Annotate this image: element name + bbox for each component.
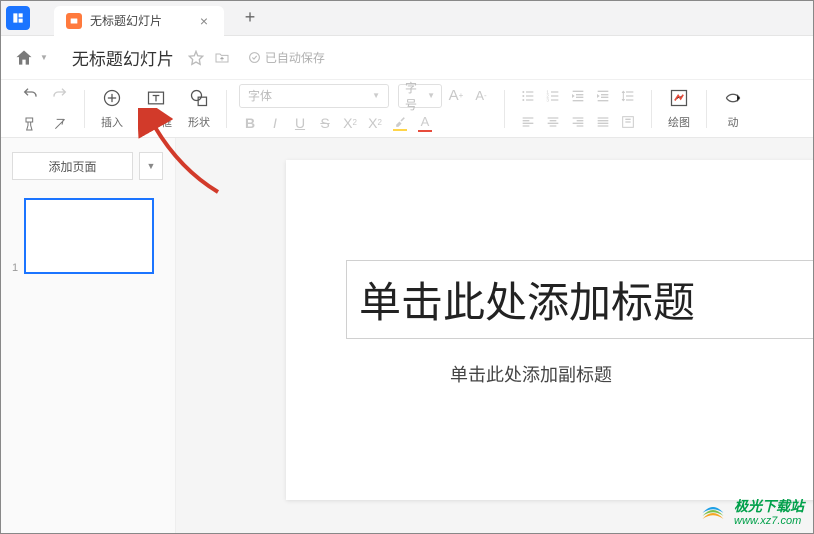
font-color-icon[interactable]: A [414, 112, 436, 134]
slide-thumbnail-item[interactable]: 1 [12, 198, 163, 274]
slide[interactable]: 单击此处添加标题 单击此处添加副标题 [286, 160, 814, 500]
drawing-button[interactable]: 绘图 [660, 88, 698, 130]
undo-icon[interactable] [20, 84, 40, 104]
chevron-down-icon: ▼ [372, 91, 380, 100]
superscript-icon[interactable]: X2 [339, 112, 361, 134]
chevron-down-icon: ▼ [427, 91, 435, 100]
textbox-button[interactable]: 文本框 [131, 88, 180, 130]
tab-bar: 无标题幻灯片 × + [0, 0, 814, 36]
italic-icon[interactable]: I [264, 112, 286, 134]
document-tab[interactable]: 无标题幻灯片 × [54, 6, 224, 36]
motion-button[interactable]: 动 [715, 88, 743, 130]
tab-title: 无标题幻灯片 [90, 12, 196, 29]
insert-button[interactable]: 插入 [93, 88, 131, 130]
app-logo[interactable] [0, 0, 36, 36]
watermark: 极光下载站 www.xz7.com [698, 498, 804, 528]
font-size-select[interactable]: 字号 ▼ [398, 84, 442, 108]
highlight-color-icon[interactable] [389, 112, 411, 134]
decrease-font-icon[interactable]: A- [470, 85, 492, 107]
slide-number: 1 [12, 262, 18, 274]
align-justify-icon[interactable] [592, 111, 614, 133]
toolbar: 插入 文本框 形状 字体 ▼ 字号 ▼ A+ A- B I U S X2 [0, 80, 814, 138]
bold-icon[interactable]: B [239, 112, 261, 134]
underline-icon[interactable]: U [289, 112, 311, 134]
svg-text:3: 3 [546, 97, 549, 102]
align-center-icon[interactable] [542, 111, 564, 133]
decrease-indent-icon[interactable] [567, 85, 589, 107]
number-list-icon[interactable]: 123 [542, 85, 564, 107]
close-icon[interactable]: × [196, 13, 212, 29]
slide-subtitle-placeholder[interactable]: 单击此处添加副标题 [346, 361, 796, 387]
line-spacing-icon[interactable] [617, 85, 639, 107]
redo-icon[interactable] [50, 84, 70, 104]
vertical-align-icon[interactable] [617, 111, 639, 133]
workspace: 添加页面 ▼ 1 单击此处添加标题 单击此处添加副标题 [0, 138, 814, 534]
slide-title-placeholder[interactable]: 单击此处添加标题 [346, 260, 814, 339]
chevron-down-icon[interactable]: ▼ [40, 53, 48, 62]
increase-font-icon[interactable]: A+ [445, 85, 467, 107]
align-left-icon[interactable] [517, 111, 539, 133]
watermark-name: 极光下载站 [734, 499, 804, 514]
add-tab-button[interactable]: + [236, 4, 264, 32]
slides-icon [66, 13, 82, 29]
home-icon[interactable] [14, 48, 34, 68]
document-title[interactable]: 无标题幻灯片 [72, 45, 174, 70]
watermark-url: www.xz7.com [734, 515, 804, 527]
add-slide-button[interactable]: 添加页面 [12, 152, 133, 180]
canvas[interactable]: 单击此处添加标题 单击此处添加副标题 [176, 138, 814, 534]
slide-thumbnail[interactable] [24, 198, 154, 274]
slide-panel: 添加页面 ▼ 1 [0, 138, 176, 534]
subscript-icon[interactable]: X2 [364, 112, 386, 134]
strikethrough-icon[interactable]: S [314, 112, 336, 134]
increase-indent-icon[interactable] [592, 85, 614, 107]
bullet-list-icon[interactable] [517, 85, 539, 107]
watermark-logo [698, 498, 728, 528]
clear-format-icon[interactable] [50, 114, 70, 134]
star-icon[interactable] [188, 50, 204, 66]
title-bar: ▼ 无标题幻灯片 已自动保存 [0, 36, 814, 80]
format-painter-icon[interactable] [20, 114, 40, 134]
shapes-button[interactable]: 形状 [180, 88, 218, 130]
folder-icon[interactable] [214, 50, 230, 66]
font-family-select[interactable]: 字体 ▼ [239, 84, 389, 108]
save-status: 已自动保存 [248, 49, 325, 66]
align-right-icon[interactable] [567, 111, 589, 133]
add-slide-dropdown[interactable]: ▼ [139, 152, 163, 180]
